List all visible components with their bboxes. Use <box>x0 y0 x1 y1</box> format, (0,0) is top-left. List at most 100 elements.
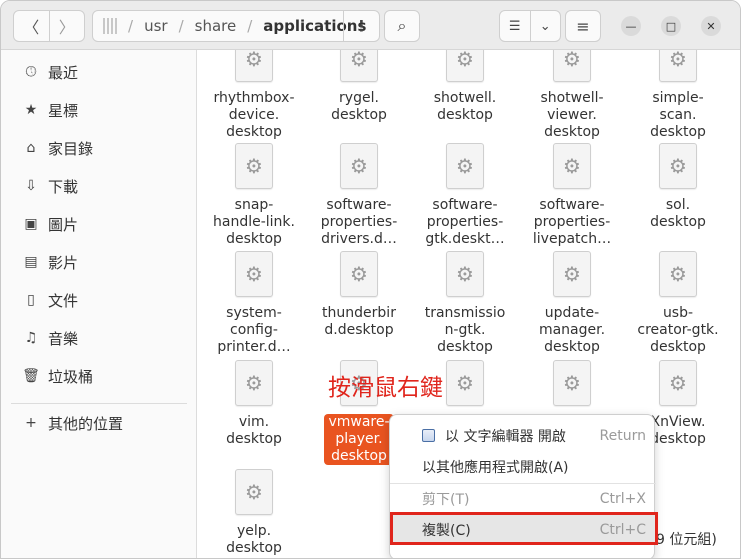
file-item[interactable]: ⚙ update- manager. desktop <box>519 251 625 356</box>
file-label: vim. desktop <box>226 414 282 447</box>
search-button[interactable]: ⌕ <box>384 10 420 42</box>
file-item[interactable]: ⚙ simple- scan. desktop <box>625 50 731 141</box>
file-label: shotwell. desktop <box>433 90 497 123</box>
context-item-open-text-editor[interactable]: 以 文字編輯器 開啟 Return <box>390 420 656 451</box>
context-item-shortcut: Return <box>599 427 646 444</box>
file-label: rygel. desktop <box>331 90 387 123</box>
list-view-button[interactable]: ☰ <box>500 11 530 41</box>
forward-button[interactable]: 〉 <box>48 11 85 41</box>
hamburger-menu-icon: ≡ <box>576 16 590 36</box>
minimize-icon: — <box>625 19 637 33</box>
clock-icon: 🕔︎ <box>25 64 37 80</box>
file-label: usb- creator-gtk. desktop <box>637 305 719 355</box>
file-label: yelp. desktop <box>226 523 282 556</box>
search-icon: ⌕ <box>397 16 407 35</box>
document-icon: ▯ <box>27 292 35 308</box>
settings-file-icon: ⚙ <box>235 469 273 515</box>
file-item[interactable]: ⚙ <box>519 360 625 414</box>
settings-file-icon: ⚙ <box>340 251 378 297</box>
file-item[interactable]: ⚙ transmissio n-gtk. desktop <box>412 251 518 356</box>
settings-file-icon: ⚙ <box>446 251 484 297</box>
sidebar-item-videos[interactable]: ▤ 影片 <box>1 244 197 280</box>
file-item[interactable]: ⚙ system- config- printer.d… <box>201 251 307 356</box>
file-item[interactable]: ⚙ rhythmbox- device. desktop <box>201 50 307 141</box>
sidebar-item-starred[interactable]: ★ 星標 <box>1 92 197 128</box>
settings-file-icon: ⚙ <box>446 143 484 189</box>
settings-file-icon: ⚙ <box>553 50 591 82</box>
path-segment-share[interactable]: share <box>195 17 237 35</box>
download-icon: ⇩ <box>25 178 37 194</box>
settings-file-icon: ⚙ <box>659 360 697 406</box>
settings-file-icon: ⚙ <box>659 50 697 82</box>
settings-file-icon: ⚙ <box>553 251 591 297</box>
settings-file-icon: ⚙ <box>659 143 697 189</box>
file-item[interactable]: ⚙ software- properties- livepatch… <box>519 143 625 248</box>
minimize-button[interactable]: — <box>621 16 641 36</box>
sidebar-item-label: 文件 <box>48 291 79 310</box>
file-label: software- properties- gtk.deskt… <box>425 197 505 247</box>
file-item[interactable]: ⚙ shotwell- viewer. desktop <box>519 50 625 141</box>
context-item-label: 以 文字編輯器 開啟 <box>445 428 566 445</box>
file-item[interactable]: ⚙ software- properties- gtk.deskt… <box>412 143 518 248</box>
file-item[interactable]: ⚙ software- properties- drivers.d… <box>306 143 412 248</box>
file-label: software- properties- drivers.d… <box>320 197 398 247</box>
sidebar-item-other-locations[interactable]: + 其他的位置 <box>1 405 197 441</box>
file-item[interactable]: ⚙ sol. desktop <box>625 143 731 231</box>
file-item[interactable]: ⚙ vim. desktop <box>201 360 307 448</box>
sidebar-item-documents[interactable]: ▯ 文件 <box>1 282 197 318</box>
sidebar-item-home[interactable]: ⌂ 家目錄 <box>1 130 197 166</box>
context-item-label: 以其他應用程式開啟(A) <box>422 459 569 476</box>
settings-file-icon: ⚙ <box>235 251 273 297</box>
view-toggle-group: ☰ ⌄ <box>499 10 561 42</box>
settings-file-icon: ⚙ <box>340 50 378 82</box>
close-button[interactable]: ✕ <box>701 16 721 36</box>
path-bar[interactable]: / usr / share / applications ⋮ <box>92 10 380 42</box>
file-item[interactable]: ⚙ rygel. desktop <box>306 50 412 124</box>
file-label: snap- handle-link. desktop <box>213 197 295 247</box>
back-button[interactable]: 〈 <box>14 11 49 41</box>
context-item-cut[interactable]: 剪下(T) Ctrl+X <box>390 483 656 514</box>
sidebar-item-label: 家目錄 <box>48 139 94 158</box>
image-icon: ▣ <box>24 216 38 232</box>
file-item[interactable]: ⚙ shotwell. desktop <box>412 50 518 124</box>
settings-file-icon: ⚙ <box>235 143 273 189</box>
maximize-icon: □ <box>665 19 677 33</box>
context-item-open-with-other[interactable]: 以其他應用程式開啟(A) <box>390 451 656 482</box>
settings-file-icon: ⚙ <box>446 50 484 82</box>
list-view-icon: ☰ <box>508 18 521 34</box>
home-icon: ⌂ <box>26 140 36 156</box>
file-item[interactable]: ⚙ yelp. desktop <box>201 469 307 557</box>
context-item-shortcut: Ctrl+X <box>599 490 646 507</box>
path-segment-usr[interactable]: usr <box>144 17 168 35</box>
settings-file-icon: ⚙ <box>553 143 591 189</box>
sidebar-item-trash[interactable]: 🗑︎ 垃圾桶 <box>1 358 197 394</box>
path-menu-button[interactable]: ⋮ <box>343 11 379 41</box>
navigation-buttons: 〈 〉 <box>13 10 85 42</box>
sidebar-item-label: 最近 <box>48 63 79 82</box>
settings-file-icon: ⚙ <box>446 360 484 406</box>
sidebar-item-music[interactable]: ♫ 音樂 <box>1 320 197 356</box>
sidebar-item-recent[interactable]: 🕔︎ 最近 <box>1 54 197 90</box>
annotation-text: 按滑鼠右鍵 <box>328 375 443 401</box>
maximize-button[interactable]: □ <box>661 16 681 36</box>
more-vertical-icon: ⋮ <box>354 17 369 35</box>
copy-highlight-box <box>390 512 658 545</box>
chevron-right-icon: 〉 <box>58 18 75 37</box>
file-item[interactable]: ⚙ thunderbir d.desktop <box>306 251 412 339</box>
sidebar-item-label: 垃圾桶 <box>48 367 94 386</box>
file-item[interactable]: ⚙ snap- handle-link. desktop <box>201 143 307 248</box>
main-menu-button[interactable]: ≡ <box>565 10 601 42</box>
settings-file-icon: ⚙ <box>553 360 591 406</box>
file-item[interactable]: ⚙ usb- creator-gtk. desktop <box>625 251 731 356</box>
plus-icon: + <box>25 415 37 431</box>
file-label: vmware- player. desktop <box>324 414 394 465</box>
settings-file-icon: ⚙ <box>235 50 273 82</box>
file-manager-window: 〈 〉 / usr / share / applications ⋮ ⌕ ☰ ⌄… <box>0 0 741 559</box>
sidebar-item-pictures[interactable]: ▣ 圖片 <box>1 206 197 242</box>
view-options-button[interactable]: ⌄ <box>529 11 561 41</box>
sidebar-item-downloads[interactable]: ⇩ 下載 <box>1 168 197 204</box>
settings-file-icon: ⚙ <box>235 360 273 406</box>
file-label: thunderbir d.desktop <box>322 305 396 338</box>
chevron-left-icon: 〈 <box>23 18 40 37</box>
status-label: 9 位元組) <box>654 529 717 549</box>
